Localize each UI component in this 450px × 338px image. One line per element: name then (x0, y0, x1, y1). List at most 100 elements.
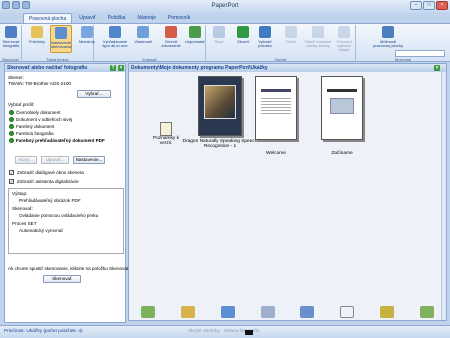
folders-button[interactable]: Priečinky (26, 25, 48, 53)
folder-app-icon[interactable] (380, 306, 395, 318)
mail-icon[interactable] (220, 306, 235, 318)
rotate-icon (285, 26, 297, 38)
document-item[interactable]: Welcome (253, 76, 299, 166)
profile-photo[interactable]: Farebná fotografia (16, 131, 54, 136)
tab-tools[interactable]: Nástroje (132, 13, 161, 23)
ribbon: Skenovať Tabla funkcií Zobraziť Otvoriť … (0, 23, 450, 62)
profile-radio-4[interactable] (9, 131, 14, 136)
text-file-icon (160, 122, 172, 136)
profile-gray[interactable]: Dokument v odtieňoch sivej (16, 117, 72, 122)
profile-radio-1[interactable] (9, 110, 14, 115)
vertical-scrollbar[interactable] (441, 72, 446, 320)
profile-radio-3[interactable] (9, 124, 14, 129)
close-panel-icon[interactable]: × (118, 65, 124, 71)
close-view-icon[interactable]: × (434, 65, 440, 71)
select-scanner-button[interactable]: Vybrať... (77, 90, 111, 98)
search-all-button[interactable]: Vyhľadávanie typu all-in-one (100, 25, 130, 53)
help-icon[interactable]: ? (110, 65, 116, 71)
recycle-icon[interactable] (420, 306, 435, 318)
tab-help[interactable]: Pomocník (163, 13, 195, 23)
profile-settings-button[interactable]: Nastavenie... (73, 156, 105, 164)
ribbon-tabs: Pracovná plocha Upraviť Položka Nástroje… (0, 13, 450, 23)
rotate-all-icon (312, 26, 324, 38)
dragon-thumbnail (198, 76, 242, 136)
minimize-button[interactable]: – (410, 1, 422, 10)
document-app-icon[interactable] (340, 306, 355, 318)
create-item-button[interactable]: Vytvoriť položku (254, 25, 276, 53)
zoom-swatch (245, 330, 253, 335)
create-item-icon (259, 26, 271, 38)
status-text: Priečinok: Ukážky (počet položiek: 4) (4, 329, 83, 334)
scan-panel: Skenovať alebo načítať fotografiu? × Sken… (4, 63, 130, 323)
tree-process: Proces SET (12, 221, 37, 226)
show-scanner-dialog-checkbox[interactable]: ✓ (9, 170, 14, 175)
profile-label: Vybrať profil: (8, 102, 35, 107)
folder-path-header: Dokumenty\Moje dokumenty programu PaperP… (129, 64, 446, 72)
change-view-icon (165, 26, 177, 38)
profile-searchable-pdf[interactable]: Farebný prehľadávateľný dokument PDF (16, 138, 105, 143)
scanner-label: Skener: (8, 75, 24, 80)
open-icon (237, 26, 249, 38)
tab-item[interactable]: Položka (103, 13, 131, 23)
maximize-button[interactable]: □ (423, 1, 435, 10)
hide-button[interactable]: Skryť (208, 25, 230, 53)
profile-color[interactable]: Farebný dokument (16, 124, 54, 129)
window-title: PaperPort (211, 3, 239, 9)
close-button[interactable]: × (436, 1, 448, 10)
save-icon[interactable] (12, 1, 20, 9)
show-assistant-label: Zobraziť asistenta digitalizácie (17, 179, 79, 184)
change-view-button[interactable]: Zmeniť zobrazenie (160, 25, 182, 53)
scan-button[interactable]: Skenovať fotografie (0, 25, 22, 53)
document-item[interactable]: Začíname (319, 76, 365, 166)
show-assistant-checkbox[interactable]: ✓ (9, 179, 14, 184)
status-photo: Strana fotografie (224, 329, 260, 334)
status-bar: Priečinok: Ukážky (počet položiek: 4) Sk… (0, 325, 450, 338)
window-controls: – □ × (410, 1, 448, 10)
desktop-options-button[interactable]: Môžnosti pracovnej plochy (372, 25, 404, 53)
hide-icon (213, 26, 225, 38)
crop-icon (338, 26, 350, 38)
desktop-options-icon (382, 26, 394, 38)
word-app-icon[interactable] (300, 306, 315, 318)
profile-radio-5[interactable] (9, 138, 14, 143)
properties-button[interactable]: Vlastnosti (132, 25, 154, 53)
tree-scan: Skenovať: (12, 206, 33, 211)
scanner-icon (5, 26, 17, 38)
tree-output-value: Prehľadávateľný obrázok PDF (19, 198, 81, 203)
scan-settings-button[interactable]: Nastavenie skenovania (50, 25, 72, 53)
tab-desktop[interactable]: Pracovná plocha (23, 13, 73, 23)
pen-tool-icon[interactable] (180, 306, 195, 318)
folder-icon (31, 26, 43, 38)
document-area: Dokumenty\Moje dokumenty programu PaperP… (128, 63, 447, 321)
thumbnails-button[interactable]: Miniatúry (76, 25, 98, 53)
title-bar: PaperPort – □ × (0, 0, 450, 13)
document-item[interactable]: Dragon Naturally Speaking Speech Recogni… (181, 76, 259, 166)
tree-process-value: Automatický vyrovnať (19, 228, 64, 233)
open-button[interactable]: Otvoriť (232, 25, 254, 53)
edit-profile-button[interactable]: Upraviť... (41, 156, 69, 164)
undo-icon[interactable] (22, 1, 30, 9)
profile-radio-2[interactable] (9, 117, 14, 122)
profile-bw[interactable]: Čiernobiely dokument (16, 110, 60, 115)
send-to-app-icon[interactable] (140, 306, 155, 318)
document-item[interactable]: Poznámky k verzii. (151, 122, 181, 146)
paperport-window: PaperPort – □ × Pracovná plocha Upraviť … (0, 0, 450, 338)
tree-scan-value: Ovládanie pomocou ovládacieho prvku (19, 213, 99, 218)
rotate-button[interactable]: Otočiť (280, 25, 302, 53)
print-icon[interactable] (260, 306, 275, 318)
scan-settings-icon (55, 27, 67, 39)
start-scan-button[interactable]: Skenovať (43, 275, 81, 283)
arrange-button[interactable]: Usporiadať (184, 25, 206, 53)
new-profile-button[interactable]: Nový... (15, 156, 37, 164)
rotate-all-button[interactable]: Otočiť súčasne všetky strany (304, 25, 332, 53)
scan-hint: Ak chcete spustiť skenovanie, kliknite n… (8, 266, 130, 271)
properties-icon (137, 26, 149, 38)
arrange-icon (189, 26, 201, 38)
tab-edit[interactable]: Upraviť (74, 13, 100, 23)
thumbnails-icon (81, 26, 93, 38)
scanner-value: TWAIN: TW-Brother ADS-2100 (8, 81, 71, 86)
crop-button[interactable]: Oříznout vybranú oblasť (334, 25, 354, 53)
app-menu-icon[interactable] (2, 1, 10, 9)
scan-panel-header: Skenovať alebo načítať fotografiu? × (5, 64, 125, 72)
ribbon-search-input[interactable] (395, 50, 445, 57)
